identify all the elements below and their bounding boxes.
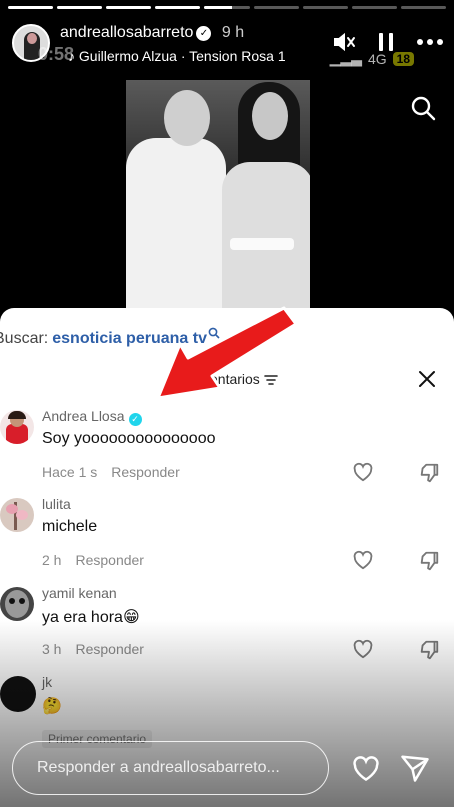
comment-item: Andrea Llosa ✓ Soy yooooooooooooooo Hace … [0,408,454,496]
reply-field[interactable] [12,741,329,795]
story-progress-segment [204,6,250,9]
story-username[interactable]: andreallosabarreto [60,24,193,41]
comment-text: ya era hora😁 [42,609,140,626]
comment-item: lulita michele 2 h Responder [0,496,454,584]
story-age: 9 h [221,24,245,41]
send-icon[interactable] [400,753,430,788]
comment-avatar[interactable] [0,676,36,712]
status-indicators: ▁▂▃ 4G 18 [330,50,414,67]
comment-text: Soy yooooooooooooooo [42,430,216,447]
story-progress-segment [106,6,152,9]
red-arrow-annotation [156,306,298,400]
dislike-icon[interactable] [418,639,440,666]
status-time: 0:58 [38,44,75,64]
signal-icon: ▁▂▃ [329,50,362,66]
comment-username-row[interactable]: lulita [42,496,71,512]
battery-badge: 18 [392,51,414,66]
reply-input[interactable] [13,742,328,794]
story-progress [8,6,446,9]
reply-button[interactable]: Responder [75,641,144,657]
comment-item: yamil kenan ya era hora😁 3 h Responder [0,585,454,673]
comment-time: 3 h [42,641,62,657]
heart-icon[interactable] [352,550,374,575]
dislike-icon[interactable] [418,550,440,577]
comment-meta: 3 h Responder [42,641,144,657]
verified-icon: ✓ [196,26,212,41]
network-label: 4G [367,50,387,67]
comment-username-row[interactable]: yamil kenan [42,585,117,601]
comment-time: 2 h [42,552,62,568]
story-header: andreallosabarreto ✓ 9 h 0:58 ♪ Guillermo… [10,22,444,67]
comment-username-row[interactable]: jk [42,674,52,690]
more-options-icon[interactable] [416,38,444,46]
comment-username[interactable]: jk [42,674,52,690]
story-progress-segment [8,6,54,9]
comment-text: michele [42,518,98,535]
dislike-icon[interactable] [418,462,440,489]
comment-avatar[interactable] [0,498,34,532]
comment-time: Hace 1 s [42,464,98,480]
reply-button[interactable]: Responder [75,552,144,568]
music-label: Guillermo Alzua · Tension Rosa 1 [78,48,286,64]
comment-username[interactable]: yamil kenan [42,585,117,601]
heart-icon[interactable] [352,639,374,664]
story-photo [126,80,310,310]
search-icon[interactable] [410,95,436,126]
story-progress-segment [400,6,446,9]
story-progress-segment [302,6,348,9]
comment-username[interactable]: lulita [42,496,71,512]
heart-icon[interactable] [351,755,381,787]
story-username-row[interactable]: andreallosabarreto ✓ 9 h [60,24,244,42]
comment-username-row[interactable]: Andrea Llosa ✓ [42,408,142,426]
close-icon[interactable] [418,370,436,393]
verified-icon: ✓ [128,413,142,426]
story-progress-segment [351,6,397,9]
comment-meta: Hace 1 s Responder [42,464,180,480]
music-row[interactable]: 0:58 ♪ Guillermo Alzua · Tension Rosa 1 [38,44,286,64]
comment-avatar[interactable] [0,410,34,444]
story-progress-segment [57,6,103,9]
reply-button[interactable]: Responder [111,464,180,480]
story-progress-segment [253,6,299,9]
story-progress-segment [155,6,201,9]
comment-meta: 2 h Responder [42,552,144,568]
comment-text: 🤔 [42,698,62,715]
search-prefix: Buscar: [0,330,49,347]
heart-icon[interactable] [352,462,374,487]
comment-username[interactable]: Andrea Llosa [42,408,125,424]
comment-avatar[interactable] [0,587,34,621]
